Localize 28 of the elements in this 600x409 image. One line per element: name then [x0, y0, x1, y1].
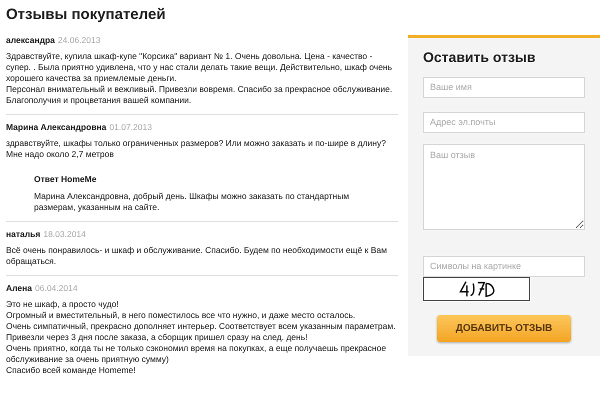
review-text: Благополучия и процветания вашей компании. — [6, 95, 192, 106]
review-text: Очень симпатичный, прекрасно дополняет интерьер. Соответствует всем указанным параметрам. — [6, 321, 397, 332]
review-date: 24.06.2013 — [58, 35, 100, 46]
input-field[interactable]: Ваше имя — [423, 76, 585, 98]
input-field[interactable]: Символы на картинке — [423, 256, 585, 276]
review-text: Спасибо всей команде Homeme! — [6, 365, 137, 376]
review-text: Привезли через 3 дня после заказа, а сборщик пришел сразу на след. день! — [6, 332, 309, 343]
page-title: Отзывы покупателей — [6, 5, 167, 25]
review-field[interactable]: Ваш отзыв — [423, 144, 585, 230]
review-text: Это не шкаф, а просто чудо! — [6, 299, 120, 310]
review-text: Всё очень понравилось- и шкаф и обслуживание. Спасибо. Будем по необходимости ещё к Вам обращаться. — [6, 245, 388, 267]
review-date: 18.03.2014 — [43, 229, 86, 240]
input-field[interactable]: Адрес эл.почты — [423, 112, 585, 132]
submit-button[interactable]: ДОБАВИТЬ ОТЗЫВ — [437, 315, 571, 342]
review-author: Алена — [6, 283, 32, 294]
reply-text: Марина Александровна, добрый день. Шкафы можно заказать по стандартным размерам, указанным на сайте. — [34, 191, 350, 213]
review-text: Персонал внимательный и вежливый. Привезли вовремя. Спасибо за прекрасное обслуживание. — [6, 84, 394, 95]
review-date: 06.04.2014 — [35, 283, 78, 294]
review-text: Очень приятно, когда ты не только сэкономил время на покупках, а еще получаешь прекрасное обслуживание за очень приятную сумму) — [6, 343, 388, 365]
reply-title: Ответ HomeMe — [34, 174, 98, 185]
review-text: Здравствуйте, купила шкаф-купе "Корсика" вариант № 1. Очень довольна. Цена - качество - супер. . Была приятно удивлена, что у нас стали делать такие вещи. Действительно, шкаф очень хорошего качества за приемлемые деньги. — [6, 51, 394, 84]
form-title: Оставить отзыв — [423, 48, 536, 66]
review-text: Огромный и вместительный, в него поместилось все что нужно, и даже место осталось. — [6, 310, 356, 321]
review-author: наталья — [6, 229, 40, 240]
review-date: 01.07.2013 — [109, 122, 152, 133]
review-author: Марина Александровна — [6, 122, 106, 133]
review-text: здравствуйте, шкафы только ограниченных размеров? Или можно заказать и по-шире в длину? Мне надо около 2,7 метров — [6, 138, 387, 160]
review-author: александра — [6, 35, 55, 46]
